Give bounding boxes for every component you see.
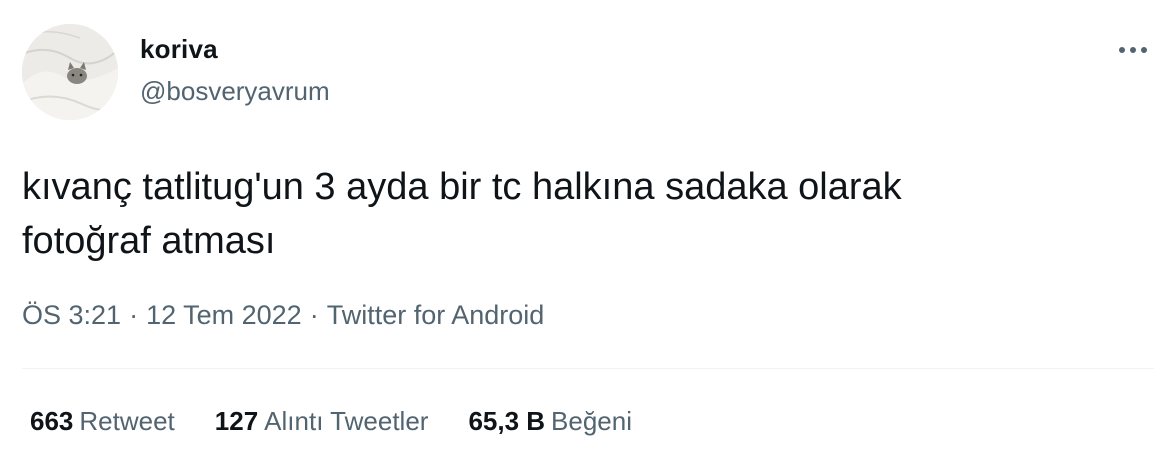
more-options-icon[interactable]: [1116, 38, 1150, 62]
tweet-date[interactable]: 12 Tem 2022: [146, 300, 302, 331]
likes-count: 65,3 B: [468, 406, 546, 436]
quotes-count: 127: [214, 406, 259, 436]
quotes-label: Alıntı Tweetler: [264, 406, 429, 436]
meta-separator: ·: [309, 300, 319, 330]
display-name[interactable]: koriva: [140, 34, 218, 65]
retweets-count: 663: [30, 406, 74, 436]
user-handle[interactable]: @bosveryavrum: [140, 76, 330, 107]
tweet-stats: 663 Retweet 127 Alıntı Tweetler 65,3 B Beğe…: [30, 406, 672, 437]
meta-separator: ·: [129, 300, 139, 330]
tweet-metadata: ÖS 3:21 · 12 Tem 2022 · Twitter for Andr…: [22, 300, 544, 331]
retweets-stat[interactable]: 663 Retweet: [30, 406, 175, 437]
tweet-time[interactable]: ÖS 3:21: [22, 300, 121, 331]
tweet-card: koriva @bosveryavrum kıvanç tatlitug'un …: [0, 0, 1176, 474]
tweet-source[interactable]: Twitter for Android: [327, 300, 545, 331]
avatar[interactable]: [22, 24, 118, 120]
tweet-text: kıvanç tatlitug'un 3 ayda bir tc halkına…: [22, 166, 902, 262]
divider: [22, 368, 1154, 369]
retweets-label: Retweet: [79, 406, 175, 436]
cat-on-bed-avatar-icon: [22, 24, 118, 120]
likes-stat[interactable]: 65,3 B Beğeni: [468, 406, 632, 437]
likes-label: Beğeni: [551, 406, 633, 436]
quotes-stat[interactable]: 127 Alıntı Tweetler: [215, 406, 429, 437]
